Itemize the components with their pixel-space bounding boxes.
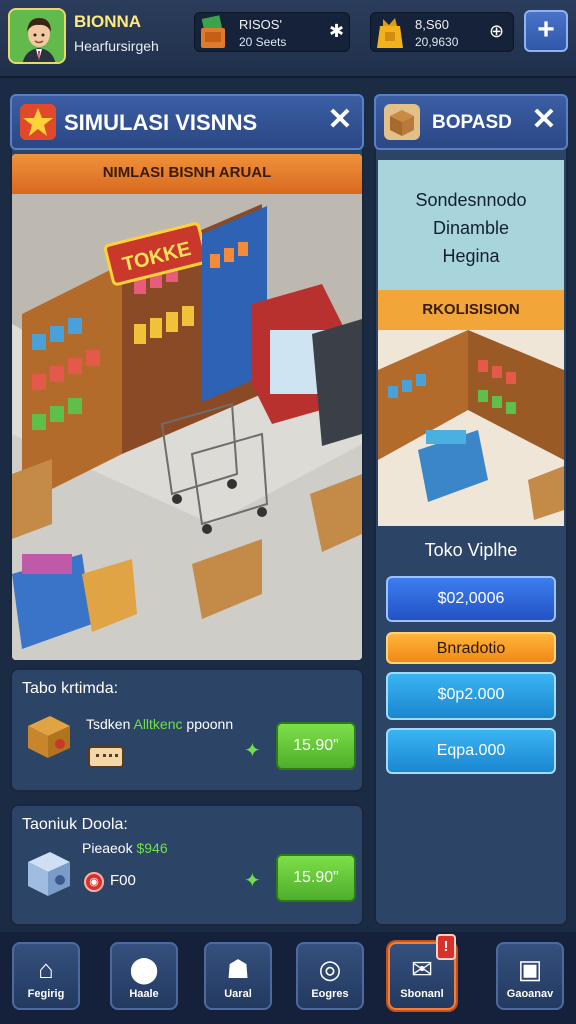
nav-shop-label: Gaoanav <box>506 988 554 1000</box>
right-heading-line-3: Hegina <box>442 246 500 266</box>
card1-item-line: Tsdken Alltkenc ppoonn <box>86 716 233 732</box>
upgrade-card-2: Taoniuk Doola: Pieaeok $946 ◉ F00 ✦ 15.9… <box>10 804 364 926</box>
card2-line1-label: Pieaeok <box>82 840 133 856</box>
right-button-3[interactable]: $0p2.000 <box>386 672 556 720</box>
nav-map[interactable]: ⬤ Haale <box>110 942 178 1010</box>
resource-2-label: 8,S60 <box>415 17 449 32</box>
resource-1-value: 20 Seets <box>239 35 287 49</box>
scene-banner: NIMLASI BISNH ARUAL <box>12 154 362 194</box>
nav-home-label: Fegirig <box>27 988 65 1000</box>
package-icon <box>382 102 422 142</box>
home-icon: ⌂ <box>38 954 54 984</box>
shop-bag-icon: ▣ <box>517 954 543 984</box>
card1-item: Tsdken <box>86 716 131 732</box>
player-avatar[interactable] <box>8 8 66 64</box>
mail-icon: ✉ <box>411 954 433 984</box>
store-illustration <box>12 194 362 660</box>
right-panel-title: BOPASD <box>432 112 512 133</box>
right-panel-header: BOPASD ✕ <box>374 94 568 150</box>
gold-bag-icon <box>373 14 407 50</box>
left-panel-header: SIMULASI VISNNS ✕ <box>10 94 364 150</box>
nav-mail-badge: ! <box>436 934 456 960</box>
nav-people[interactable]: ☗ Uaral <box>204 942 272 1010</box>
right-button-2[interactable]: Bnradotio <box>386 632 556 664</box>
card1-buy-button[interactable]: 15.90" <box>276 722 356 770</box>
sparkle-icon-2: ✦ <box>244 870 261 892</box>
card2-title: Taoniuk Doola: <box>22 816 128 833</box>
card2-buy-button[interactable]: 15.90" <box>276 854 356 902</box>
card2-line1-value: $946 <box>136 840 168 856</box>
left-panel-title: SIMULASI VISNNS <box>64 110 258 135</box>
mini-store-illustration <box>378 330 564 526</box>
right-panel-close-icon[interactable]: ✕ <box>524 102 564 142</box>
resource-1-label: RISOS' <box>239 17 282 32</box>
bottom-nav-bar <box>0 932 576 1024</box>
card1-title: Tabo krtimda: <box>22 680 119 697</box>
ticket-icon <box>88 746 124 768</box>
nav-shop[interactable]: ▣ Gaoanav <box>496 942 564 1010</box>
resource-2-value: 20,9630 <box>415 35 459 49</box>
card1-item-suffix: ppoonn <box>186 716 234 732</box>
coin-icon: ◉ <box>84 872 104 892</box>
shop-name: Toko Viplhe <box>424 540 518 560</box>
player-name: BIONNA <box>74 12 142 31</box>
store-scene[interactable]: NIMLASI BISNH ARUAL TOKKE <box>12 154 362 660</box>
nav-map-label: Haale <box>129 988 159 1000</box>
nav-target[interactable]: ◎ Eogres <box>296 942 364 1010</box>
left-panel-close-icon[interactable]: ✕ <box>320 102 360 142</box>
nav-home[interactable]: ⌂ Fegirig <box>12 942 80 1010</box>
crate-icon <box>24 710 74 762</box>
resource-1-action-icon[interactable]: ✱ <box>329 21 344 42</box>
right-button-4[interactable]: Eqpa.000 <box>386 728 556 774</box>
right-heading-area: Sondesnnodo Dinamble Hegina <box>378 160 564 290</box>
card2-line2: F00 <box>110 872 136 889</box>
people-icon: ☗ <box>226 954 250 984</box>
right-heading-line-2: Dinamble <box>432 218 510 238</box>
right-banner: RKOLISISION <box>378 290 564 330</box>
star-badge-icon <box>18 102 58 142</box>
card2-line1: Pieaeok $946 <box>82 840 168 856</box>
resource-2-action-icon[interactable]: ⊕ <box>489 21 504 42</box>
map-pin-icon: ⬤ <box>129 954 159 984</box>
crate-cash-icon <box>197 14 231 50</box>
right-heading-line-1: Sondesnnodo <box>415 190 527 210</box>
nav-people-label: Uaral <box>224 988 252 1000</box>
resource-box-1[interactable]: RISOS' 20 Seets ✱ <box>194 12 350 52</box>
nav-target-label: Eogres <box>311 988 349 1000</box>
mini-store-scene[interactable] <box>378 330 564 526</box>
card1-item-highlight: Alltkenc <box>133 716 183 732</box>
add-resource-button[interactable]: + <box>524 10 568 52</box>
nav-mail-label: Sbonanl <box>400 988 444 1000</box>
resource-box-2[interactable]: 8,S60 20,9630 ⊕ <box>370 12 514 52</box>
right-button-1[interactable]: $02,0006 <box>386 576 556 622</box>
sparkle-icon: ✦ <box>244 740 261 762</box>
player-subtitle: Hearfursirgeh <box>74 38 159 54</box>
target-icon: ◎ <box>318 954 342 984</box>
upgrade-card-1: Tabo krtimda: Tsdken Alltkenc ppoonn ✦ 1… <box>10 668 364 792</box>
cube-icon <box>24 846 74 900</box>
